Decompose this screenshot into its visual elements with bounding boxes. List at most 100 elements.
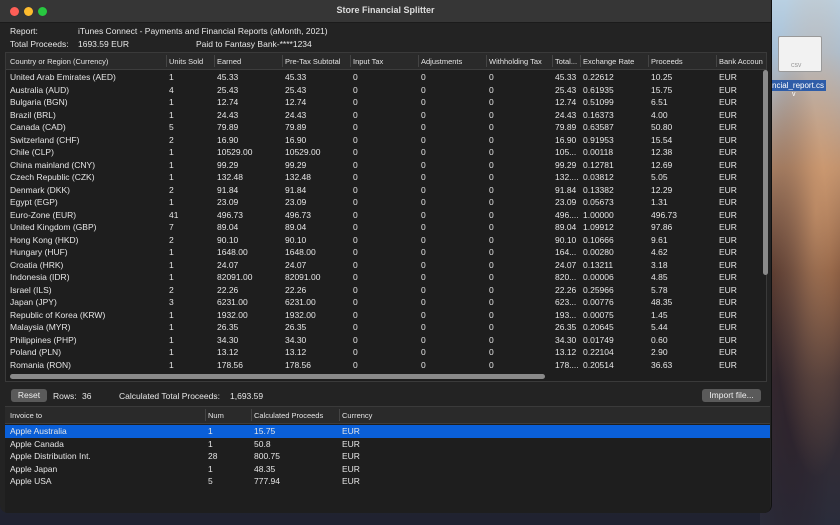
country-column-header[interactable]: Withholding Tax [489,57,553,66]
table-cell: 777.94 [254,476,280,486]
column-separator[interactable] [350,55,351,67]
table-cell: 178.... [555,359,579,370]
table-row[interactable]: Bulgaria (BGN) 1 12.74 12.74 0 0 0 12.74 0.51099… [6,96,766,109]
file-name-label[interactable]: ncial_report.cs [770,80,827,91]
table-cell: 105... [555,147,577,157]
invoice-column-header[interactable]: Currency [342,411,402,420]
horizontal-scrollbar[interactable] [10,374,545,379]
table-row[interactable]: Romania (RON) 1 178.56 178.56 0 0 0 178.... 0.20… [6,359,766,372]
table-row[interactable]: United Arab Emirates (AED) 1 45.33 45.33 0 0 0… [6,71,766,84]
table-cell: 5.78 [651,284,668,295]
table-cell: 0 [421,97,426,107]
table-cell: 48.35 [254,463,276,474]
country-column-header[interactable]: Input Tax [353,57,417,66]
table-cell: 1932.00 [217,309,248,320]
table-cell: Poland (PLN) [10,347,62,357]
csv-file-icon[interactable]: CSV [778,36,822,72]
country-proceeds-table[interactable]: Country or Region (Currency) Units Sold Ea… [5,52,767,382]
country-column-header[interactable]: Proceeds [651,57,715,66]
table-cell: 1 [169,347,174,357]
country-column-header[interactable]: Units Sold [169,57,213,66]
table-cell: 91.84 [285,184,307,195]
column-separator[interactable] [214,55,215,67]
table-row[interactable]: Australia (AUD) 4 25.43 25.43 0 0 0 25.43 0.6193… [6,84,766,97]
table-row[interactable]: Indonesia (IDR) 1 82091.00 82091.00 0 0 0 820..… [6,271,766,284]
table-row[interactable]: Canada (CAD) 5 79.89 79.89 0 0 0 79.89 0.63587 50… [6,121,766,134]
table-cell: 0 [353,97,358,107]
column-separator[interactable] [552,55,553,67]
country-column-header[interactable]: Country or Region (Currency) [10,57,165,66]
table-cell: 0 [489,297,494,307]
table-cell: 2 [169,234,174,245]
column-separator[interactable] [648,55,649,67]
country-column-header[interactable]: Adjustments [421,57,485,66]
table-cell: China mainland (CNY) [10,159,96,170]
vertical-scrollbar[interactable] [763,70,768,275]
table-cell: 2 [169,284,174,295]
table-row[interactable]: Euro-Zone (EUR) 41 496.73 496.73 0 0 0 496.... 1… [6,209,766,222]
table-row[interactable]: Czech Republic (CZK) 1 132.48 132.48 0 0 0 132.… [6,171,766,184]
column-separator[interactable] [205,409,206,421]
table-cell: 0 [489,84,494,95]
table-cell: 0 [489,359,494,370]
column-separator[interactable] [486,55,487,67]
table-cell: 6.51 [651,97,668,107]
table-cell: Brazil (BRL) [10,109,56,120]
column-separator[interactable] [580,55,581,67]
table-cell: 0 [353,72,358,82]
country-column-header[interactable]: Bank Accoun [719,57,766,66]
table-row[interactable]: Egypt (EGP) 1 23.09 23.09 0 0 0 23.09 0.05673 1.3… [6,196,766,209]
table-row[interactable]: United Kingdom (GBP) 7 89.04 89.04 0 0 0 89.04 1… [6,221,766,234]
table-cell: 0.60 [651,334,668,345]
invoice-row[interactable]: Apple Distribution Int. 28 800.75 EUR [5,450,770,463]
table-row[interactable]: China mainland (CNY) 1 99.29 99.29 0 0 0 99.29 0… [6,159,766,172]
paid-to-label: Paid to Fantasy Bank-****1234 [196,39,312,49]
table-row[interactable]: Hungary (HUF) 1 1648.00 1648.00 0 0 0 164... 0.0… [6,246,766,259]
column-separator[interactable] [339,409,340,421]
country-column-header[interactable]: Exchange Rate [583,57,647,66]
table-row[interactable]: Denmark (DKK) 2 91.84 91.84 0 0 0 91.84 0.13382 1… [6,184,766,197]
table-row[interactable]: Croatia (HRK) 1 24.07 24.07 0 0 0 24.07 0.13211 3… [6,259,766,272]
table-cell: 193... [555,309,577,320]
table-cell: 0 [353,134,358,145]
invoice-row[interactable]: Apple Japan 1 48.35 EUR [5,463,770,476]
invoice-row[interactable]: Apple USA 5 777.94 EUR [5,475,770,488]
invoice-column-header[interactable]: Invoice to [10,411,200,420]
table-row[interactable]: Poland (PLN) 1 13.12 13.12 0 0 0 13.12 0.22104 2.… [6,346,766,359]
total-proceeds-value: 1693.59 EUR [78,39,130,49]
table-row[interactable]: Chile (CLP) 1 10529.00 10529.00 0 0 0 105... 0.0… [6,146,766,159]
table-row[interactable]: Hong Kong (HKD) 2 90.10 90.10 0 0 0 90.10 0.1066… [6,234,766,247]
column-separator[interactable] [418,55,419,67]
table-cell: EUR [719,184,737,195]
table-cell: 0.01749 [583,334,614,345]
table-cell: 1648.00 [285,247,316,257]
table-row[interactable]: Israel (ILS) 2 22.26 22.26 0 0 0 22.26 0.25966 5.… [6,284,766,297]
table-cell: 1 [169,109,174,120]
table-cell: 178.56 [217,359,243,370]
invoice-table[interactable]: Invoice to Num Calculated Proceeds Currency… [5,406,770,513]
country-column-header[interactable]: Earned [217,57,281,66]
table-row[interactable]: Brazil (BRL) 1 24.43 24.43 0 0 0 24.43 0.16373 4.… [6,109,766,122]
column-separator[interactable] [282,55,283,67]
table-row[interactable]: Philippines (PHP) 1 34.30 34.30 0 0 0 34.30 0.01… [6,334,766,347]
reset-button[interactable]: Reset [11,389,47,402]
table-cell: 26.35 [217,322,239,332]
invoice-row[interactable]: Apple Canada 1 50.8 EUR [5,438,770,451]
table-row[interactable]: Japan (JPY) 3 6231.00 6231.00 0 0 0 623... 0.007… [6,296,766,309]
file-ext-label: CSV [791,63,802,69]
table-cell: 0 [421,309,426,320]
invoice-column-header[interactable]: Calculated Proceeds [254,411,338,420]
invoice-row[interactable]: Apple Australia 1 15.75 EUR [5,425,770,438]
table-row[interactable]: Switzerland (CHF) 2 16.90 16.90 0 0 0 16.90 0.91… [6,134,766,147]
table-cell: 1 [208,463,213,474]
column-separator[interactable] [251,409,252,421]
table-cell: 13.12 [285,347,307,357]
column-separator[interactable] [716,55,717,67]
table-row[interactable]: Republic of Korea (KRW) 1 1932.00 1932.00 0 0… [6,309,766,322]
column-separator[interactable] [166,55,167,67]
invoice-column-header[interactable]: Num [208,411,248,420]
table-row[interactable]: Malaysia (MYR) 1 26.35 26.35 0 0 0 26.35 0.20645… [6,321,766,334]
country-column-header[interactable]: Pre-Tax Subtotal [285,57,349,66]
country-column-header[interactable]: Total... [555,57,581,66]
import-file-button[interactable]: Import file... [702,389,761,402]
